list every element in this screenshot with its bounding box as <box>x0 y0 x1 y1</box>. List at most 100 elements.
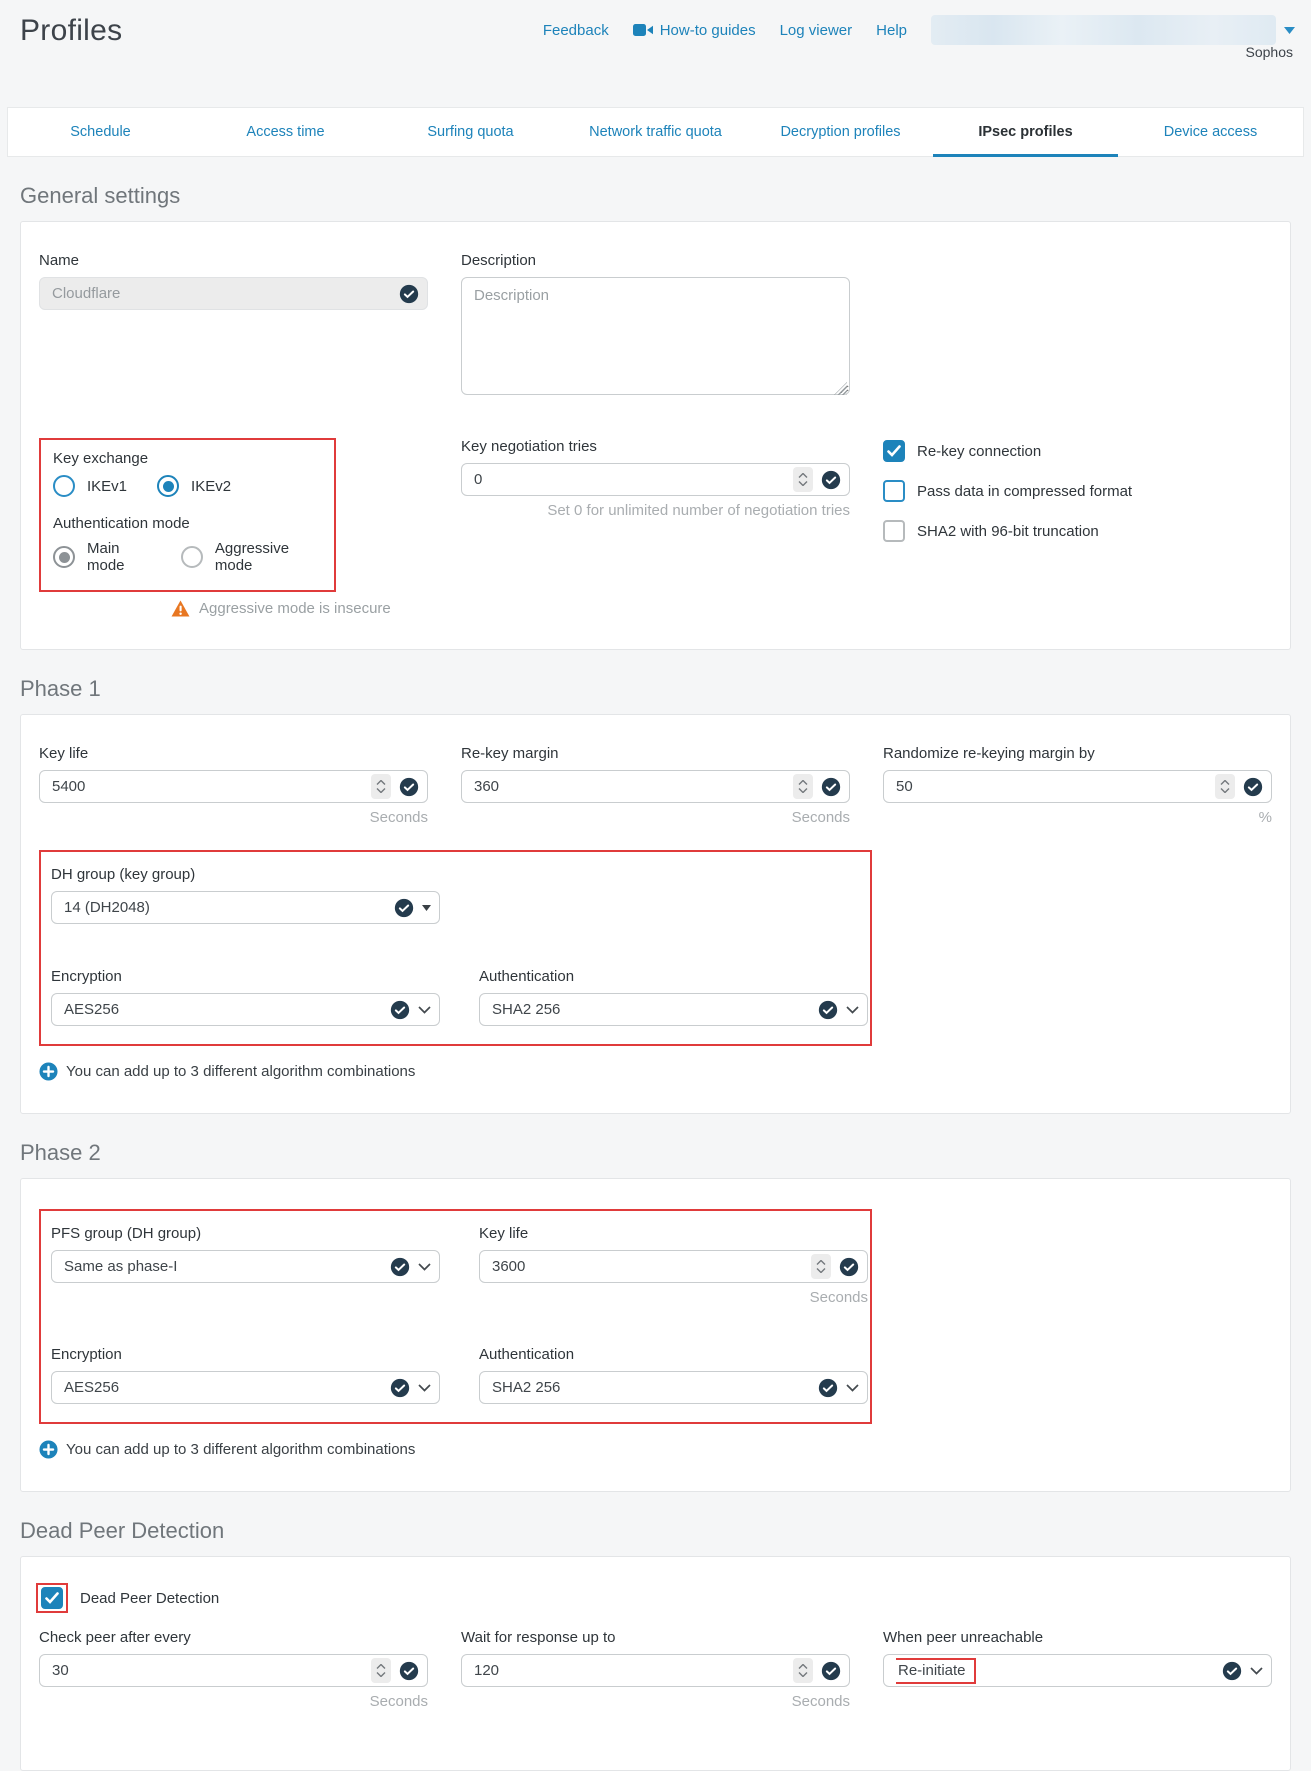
dh-group-field: DH group (key group) 14 (DH2048) <box>51 866 440 924</box>
rekey-connection-option[interactable]: Re-key connection <box>883 440 1272 462</box>
key-life-value: 3600 <box>492 1258 803 1275</box>
general-settings-panel: Name Cloudflare Description <box>20 221 1291 650</box>
how-to-guides-link[interactable]: How-to guides <box>633 22 756 39</box>
valid-check-icon <box>821 470 841 490</box>
stepper-icon[interactable] <box>811 1254 831 1279</box>
rekey-margin-input[interactable]: 360 <box>461 770 850 803</box>
randomize-margin-label: Randomize re-keying margin by <box>883 745 1272 762</box>
radio-aggressive-mode[interactable]: Aggressive mode <box>181 540 322 574</box>
radio-ikev2[interactable]: IKEv2 <box>157 475 231 497</box>
stepper-icon[interactable] <box>371 774 391 799</box>
check-peer-input[interactable]: 30 <box>39 1654 428 1687</box>
description-input[interactable] <box>461 277 850 395</box>
encryption-select[interactable]: AES256 <box>51 1371 440 1404</box>
plus-circle-icon[interactable] <box>39 1062 58 1081</box>
chevron-down-icon[interactable] <box>846 1384 859 1392</box>
plus-circle-icon[interactable] <box>39 1440 58 1459</box>
tab-network-traffic-quota[interactable]: Network traffic quota <box>563 108 748 156</box>
key-life-input[interactable]: 3600 <box>479 1250 868 1283</box>
randomize-margin-input[interactable]: 50 <box>883 770 1272 803</box>
add-combination-text: You can add up to 3 different algorithm … <box>66 1063 415 1080</box>
valid-check-icon <box>399 284 419 304</box>
general-settings-heading: General settings <box>20 183 1291 209</box>
checkbox-icon[interactable] <box>883 480 905 502</box>
radio-main-mode-label: Main mode <box>87 540 155 574</box>
name-value: Cloudflare <box>52 285 391 302</box>
phase2-panel: PFS group (DH group) Same as phase-I Key… <box>20 1178 1291 1492</box>
key-negotiation-input[interactable]: 0 <box>461 463 850 496</box>
authentication-select[interactable]: SHA2 256 <box>479 1371 868 1404</box>
check-peer-unit: Seconds <box>39 1693 428 1710</box>
sha2-truncation-option[interactable]: SHA2 with 96-bit truncation <box>883 520 1272 542</box>
dpd-heading: Dead Peer Detection <box>20 1518 1291 1544</box>
radio-main-mode[interactable]: Main mode <box>53 540 155 574</box>
valid-check-icon <box>399 1661 419 1681</box>
stepper-icon[interactable] <box>371 1658 391 1683</box>
authentication-mode-label: Authentication mode <box>53 515 322 532</box>
stepper-icon[interactable] <box>793 774 813 799</box>
encryption-select[interactable]: AES256 <box>51 993 440 1026</box>
tab-surfing-quota[interactable]: Surfing quota <box>378 108 563 156</box>
dpd-enable-row[interactable]: Dead Peer Detection <box>39 1587 1272 1609</box>
chevron-down-icon[interactable] <box>418 1263 431 1271</box>
chevron-down-icon[interactable] <box>1284 27 1295 34</box>
tab-access-time[interactable]: Access time <box>193 108 378 156</box>
tab-decryption-profiles[interactable]: Decryption profiles <box>748 108 933 156</box>
key-life-input[interactable]: 5400 <box>39 770 428 803</box>
log-viewer-link[interactable]: Log viewer <box>780 22 853 39</box>
stepper-icon[interactable] <box>793 467 813 492</box>
key-life-label: Key life <box>39 745 428 762</box>
when-unreachable-label: When peer unreachable <box>883 1629 1272 1646</box>
dpd-section: Dead Peer Detection Dead Peer Detection … <box>20 1518 1291 1771</box>
phase1-algorithm-highlight-box: DH group (key group) 14 (DH2048) <box>39 850 872 1046</box>
radio-icon[interactable] <box>181 546 203 568</box>
tab-ipsec-profiles[interactable]: IPsec profiles <box>933 108 1118 156</box>
wait-response-input[interactable]: 120 <box>461 1654 850 1687</box>
compressed-format-option[interactable]: Pass data in compressed format <box>883 480 1272 502</box>
feedback-label: Feedback <box>543 22 609 39</box>
profile-tabs: Schedule Access time Surfing quota Netwo… <box>7 107 1304 157</box>
when-unreachable-value-highlight: Re-initiate <box>896 1658 976 1684</box>
tab-device-access[interactable]: Device access <box>1118 108 1303 156</box>
when-unreachable-select[interactable]: Re-initiate <box>883 1654 1272 1687</box>
stepper-icon[interactable] <box>1215 774 1235 799</box>
checkbox-checked-icon[interactable] <box>883 440 905 462</box>
phase1-add-combination[interactable]: You can add up to 3 different algorithm … <box>39 1062 1272 1081</box>
phase1-panel: Key life 5400 Seconds Re-key margin 360 <box>20 714 1291 1114</box>
brand-label: Sophos <box>1246 44 1293 60</box>
checkbox-icon[interactable] <box>883 520 905 542</box>
dh-group-select[interactable]: 14 (DH2048) <box>51 891 440 924</box>
valid-check-icon <box>390 1257 410 1277</box>
checkbox-checked-icon[interactable] <box>41 1587 63 1609</box>
radio-icon[interactable] <box>53 475 75 497</box>
radio-selected-disabled-icon[interactable] <box>53 546 75 568</box>
wait-response-label: Wait for response up to <box>461 1629 850 1646</box>
authentication-label: Authentication <box>479 1346 868 1363</box>
tab-schedule[interactable]: Schedule <box>8 108 193 156</box>
phase2-add-combination[interactable]: You can add up to 3 different algorithm … <box>39 1440 1272 1459</box>
authentication-label: Authentication <box>479 968 868 985</box>
encryption-label: Encryption <box>51 1346 440 1363</box>
chevron-down-icon[interactable] <box>846 1006 859 1014</box>
help-label: Help <box>876 22 907 39</box>
stepper-icon[interactable] <box>793 1658 813 1683</box>
radio-ikev1[interactable]: IKEv1 <box>53 475 127 497</box>
phase2-algorithm-highlight-box: PFS group (DH group) Same as phase-I Key… <box>39 1209 872 1424</box>
chevron-down-icon[interactable] <box>418 1384 431 1392</box>
phase1-section: Phase 1 Key life 5400 Seconds Re-ke <box>20 676 1291 1114</box>
how-to-guides-label: How-to guides <box>660 22 756 39</box>
phase2-section: Phase 2 PFS group (DH group) Same as pha… <box>20 1140 1291 1492</box>
authentication-select[interactable]: SHA2 256 <box>479 993 868 1026</box>
chevron-down-icon[interactable] <box>418 1006 431 1014</box>
pfs-group-select[interactable]: Same as phase-I <box>51 1250 440 1283</box>
feedback-link[interactable]: Feedback <box>543 22 609 39</box>
when-unreachable-field: When peer unreachable Re-initiate <box>883 1629 1272 1710</box>
dropdown-caret-icon[interactable] <box>422 905 431 911</box>
phase1-key-life-field: Key life 5400 Seconds <box>39 745 428 826</box>
account-name-redacted[interactable] <box>931 15 1276 45</box>
general-checkbox-list: Re-key connection Pass data in compresse… <box>883 438 1272 617</box>
chevron-down-icon[interactable] <box>1250 1667 1263 1675</box>
radio-selected-icon[interactable] <box>157 475 179 497</box>
help-link[interactable]: Help <box>876 22 907 39</box>
encryption-label: Encryption <box>51 968 440 985</box>
